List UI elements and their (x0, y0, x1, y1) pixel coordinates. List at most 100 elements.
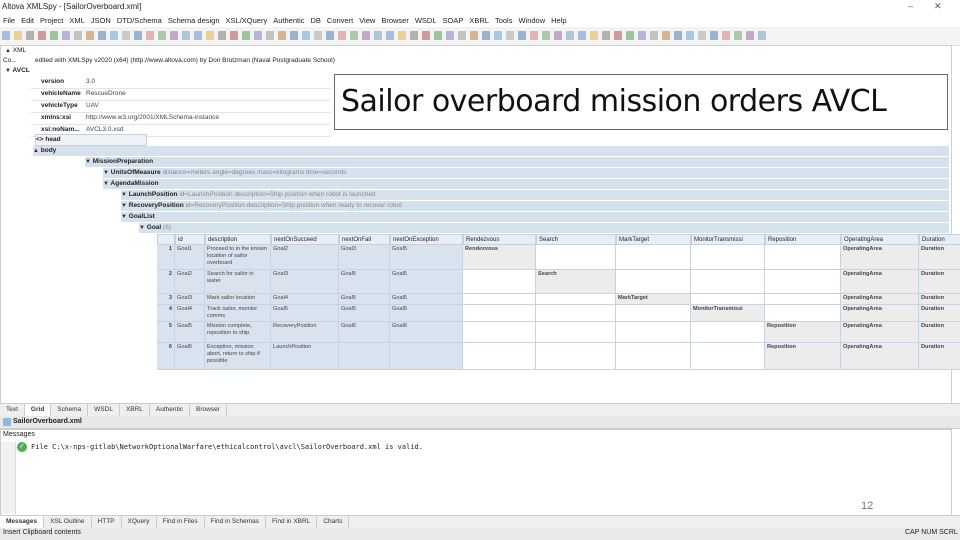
agenda-node[interactable]: ▼ AgendaMission (103, 179, 949, 189)
toolbar-button-icon[interactable] (734, 31, 742, 40)
table-cell[interactable] (536, 294, 616, 305)
toolbar-button-icon[interactable] (278, 31, 286, 40)
tab-browser[interactable]: Browser (190, 404, 227, 416)
toolbar-button-icon[interactable] (14, 31, 22, 40)
toolbar-button-icon[interactable] (62, 31, 70, 40)
column-header[interactable]: OperatingArea (841, 234, 919, 245)
table-cell[interactable]: MarkTarget (616, 294, 691, 305)
column-header[interactable]: nextOnException (390, 234, 463, 245)
toolbar-button-icon[interactable] (338, 31, 346, 40)
table-cell[interactable] (463, 343, 536, 370)
table-cell[interactable]: Mark sailor location (205, 294, 271, 305)
table-cell[interactable]: Goal2 (175, 270, 205, 294)
table-cell[interactable]: Goal4 (271, 294, 339, 305)
tab-grid[interactable]: Grid (24, 404, 52, 416)
goallist-node[interactable]: ▼ GoalList (121, 212, 949, 222)
menu-item-xsl-xquery[interactable]: XSL/XQuery (223, 14, 271, 27)
toolbar-button-icon[interactable] (254, 31, 262, 40)
launch-node[interactable]: ▼ LaunchPosition id=LaunchPosition descr… (121, 190, 949, 200)
toolbar-button-icon[interactable] (350, 31, 358, 40)
table-cell[interactable]: Goal5 (175, 322, 205, 343)
menu-item-view[interactable]: View (356, 14, 378, 27)
toolbar-button-icon[interactable] (446, 31, 454, 40)
tab-find-in-schemas[interactable]: Find in Schemas (205, 516, 267, 528)
attribute-row[interactable]: vehicleName RescueDrone (31, 89, 331, 101)
menu-item-edit[interactable]: Edit (18, 14, 37, 27)
table-cell[interactable]: Goal3 (175, 294, 205, 305)
toolbar-button-icon[interactable] (602, 31, 610, 40)
toolbar-button-icon[interactable] (230, 31, 238, 40)
table-cell[interactable]: Duration (919, 245, 960, 270)
menu-item-convert[interactable]: Convert (324, 14, 356, 27)
toolbar-button-icon[interactable] (38, 31, 46, 40)
toolbar-button-icon[interactable] (302, 31, 310, 40)
toolbar-button-icon[interactable] (566, 31, 574, 40)
menu-item-xbrl[interactable]: XBRL (466, 14, 492, 27)
tab-xbrl[interactable]: XBRL (120, 404, 150, 416)
attribute-row[interactable]: vehicleType UAV (31, 101, 331, 113)
attribute-value[interactable]: 3.0 (86, 77, 95, 87)
table-cell[interactable] (691, 270, 765, 294)
table-cell[interactable] (463, 270, 536, 294)
menu-item-tools[interactable]: Tools (492, 14, 516, 27)
toolbar-button-icon[interactable] (554, 31, 562, 40)
toolbar-button-icon[interactable] (326, 31, 334, 40)
toolbar-button-icon[interactable] (290, 31, 298, 40)
file-tab[interactable]: SailorOverboard.xml (13, 416, 82, 428)
table-cell[interactable]: OperatingArea (841, 270, 919, 294)
toolbar-button-icon[interactable] (374, 31, 382, 40)
table-cell[interactable] (616, 245, 691, 270)
mission-prep-node[interactable]: ▼ MissionPreparation (85, 157, 949, 167)
menu-item-wsdl[interactable]: WSDL (412, 14, 440, 27)
toolbar-button-icon[interactable] (218, 31, 226, 40)
toolbar-button-icon[interactable] (134, 31, 142, 40)
toolbar-button-icon[interactable] (170, 31, 178, 40)
table-cell[interactable]: Goal5 (390, 270, 463, 294)
table-cell[interactable]: Duration (919, 322, 960, 343)
comment-node[interactable]: Co... (3, 56, 17, 66)
table-cell[interactable] (765, 245, 841, 270)
table-cell[interactable]: Goal5 (390, 245, 463, 270)
toolbar-button-icon[interactable] (590, 31, 598, 40)
table-cell[interactable]: OperatingArea (841, 245, 919, 270)
attribute-value[interactable]: UAV (86, 101, 99, 111)
table-cell[interactable]: Duration (919, 343, 960, 370)
table-cell[interactable]: Goal5 (339, 270, 390, 294)
menu-item-project[interactable]: Project (37, 14, 66, 27)
toolbar-button-icon[interactable] (410, 31, 418, 40)
menu-item-window[interactable]: Window (515, 14, 548, 27)
toolbar-button-icon[interactable] (50, 31, 58, 40)
table-cell[interactable]: Goal5 (271, 305, 339, 322)
toolbar-button-icon[interactable] (650, 31, 658, 40)
goal-node[interactable]: ▼ Goal (6) (139, 223, 949, 233)
toolbar-button-icon[interactable] (266, 31, 274, 40)
tab-xsl-outline[interactable]: XSL Outline (44, 516, 92, 528)
table-cell[interactable] (616, 305, 691, 322)
toolbar-button-icon[interactable] (98, 31, 106, 40)
table-cell[interactable] (463, 322, 536, 343)
toolbar-button-icon[interactable] (482, 31, 490, 40)
units-node[interactable]: ▼ UnitsOfMeasure distance=meters angle=d… (103, 168, 949, 178)
table-cell[interactable]: OperatingArea (841, 305, 919, 322)
table-cell[interactable]: Mission complete, reposition to ship (205, 322, 271, 343)
table-cell[interactable]: Goal6 (175, 343, 205, 370)
attribute-row[interactable]: xmlns:xsi http://www.w3.org/2001/XMLSchem… (31, 113, 331, 125)
minimize-icon[interactable]: – (908, 1, 913, 11)
table-cell[interactable]: Goal3 (339, 245, 390, 270)
tab-schema[interactable]: Schema (51, 404, 89, 416)
toolbar-button-icon[interactable] (506, 31, 514, 40)
toolbar-button-icon[interactable] (26, 31, 34, 40)
table-cell[interactable] (463, 305, 536, 322)
table-cell[interactable]: RecoveryPosition (271, 322, 339, 343)
menu-item-help[interactable]: Help (548, 14, 569, 27)
toolbar-button-icon[interactable] (542, 31, 550, 40)
tab-authentic[interactable]: Authentic (150, 404, 191, 416)
table-cell[interactable]: Search for sailor in water (205, 270, 271, 294)
toolbar-button-icon[interactable] (758, 31, 766, 40)
tab-text[interactable]: Text (0, 404, 25, 416)
table-cell[interactable]: Proceed to in the known location of sail… (205, 245, 271, 270)
column-header[interactable]: MarkTarget (616, 234, 691, 245)
toolbar-button-icon[interactable] (422, 31, 430, 40)
toolbar-button-icon[interactable] (386, 31, 394, 40)
table-cell[interactable]: OperatingArea (841, 294, 919, 305)
